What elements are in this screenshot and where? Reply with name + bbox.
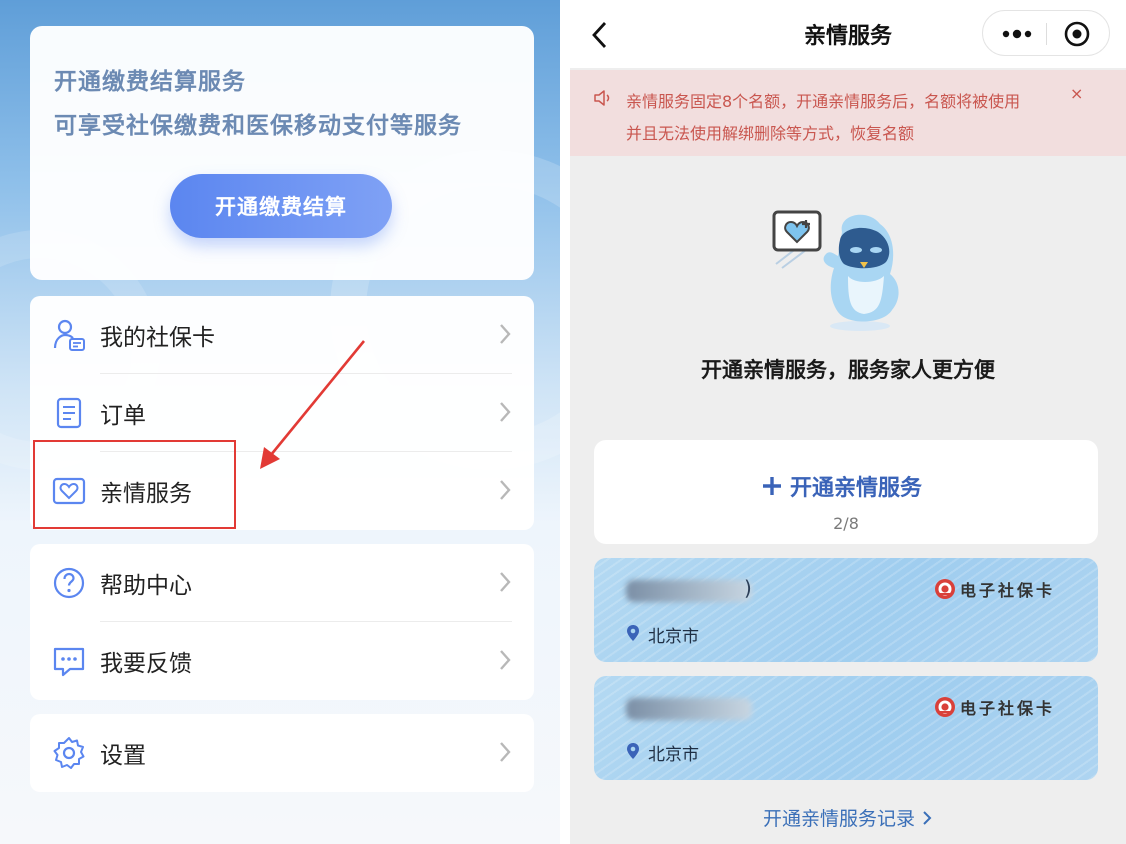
open-family-service-label: 开通亲情服务 (790, 476, 923, 501)
more-icon[interactable] (997, 23, 1037, 45)
member-name-redacted (626, 580, 752, 602)
family-member-card[interactable]: 电子社保卡 北京市 (594, 676, 1098, 780)
notice-text-line1: 亲情服务固定8个名额，开通亲情服务后，名额将被使用 (626, 92, 1021, 111)
red-arrow-annotation (260, 340, 366, 469)
chevron-right-icon (500, 480, 511, 500)
person-card-icon (53, 319, 85, 351)
quota-count: 2/8 (833, 514, 859, 533)
right-panel: 亲情服务 亲情服务固定8个名额，开通亲情服务后，名额将被使用 并且无法使用解绑删… (570, 0, 1126, 844)
service-history-link[interactable]: 开通亲情服务记录 (570, 804, 1126, 831)
chat-bubble-icon (53, 647, 85, 677)
tagline: 开通亲情服务，服务家人更方便 (701, 358, 995, 382)
miniprogram-capsule (982, 10, 1110, 56)
chevron-right-icon (500, 650, 511, 670)
mascot-illustration (772, 210, 899, 331)
menu-item-label: 订单 (100, 403, 146, 429)
social-security-logo-icon (935, 579, 955, 599)
menu-item-label: 我要反馈 (100, 651, 192, 677)
open-family-service-button[interactable]: 开通亲情服务 2/8 (594, 440, 1098, 544)
open-payment-settlement-button[interactable]: 开通缴费结算 (170, 174, 392, 238)
question-circle-icon (53, 567, 85, 599)
location-pin-icon (627, 743, 639, 759)
social-security-logo-icon (935, 697, 955, 717)
chevron-right-icon (500, 572, 511, 592)
menu-item-label: 帮助中心 (100, 573, 192, 599)
speaker-icon (594, 90, 610, 106)
quota-notice-banner: 亲情服务固定8个名额，开通亲情服务后，名额将被使用 并且无法使用解绑删除等方式，… (570, 70, 1126, 156)
menu-item-feedback[interactable]: 我要反馈 (30, 622, 534, 700)
left-panel: 开通缴费结算服务 可享受社保缴费和医保移动支付等服务 开通缴费结算 我的社保卡 (0, 0, 560, 844)
gear-icon (53, 737, 85, 769)
member-location: 北京市 (648, 627, 699, 647)
menu-item-label: 设置 (100, 743, 146, 769)
payment-settlement-promo-card: 开通缴费结算服务 可享受社保缴费和医保移动支付等服务 开通缴费结算 (30, 26, 534, 280)
e-social-security-card-badge: 电子社保卡 (960, 699, 1056, 718)
member-location: 北京市 (648, 745, 699, 765)
chevron-right-icon (923, 811, 932, 825)
member-name-redacted (626, 698, 752, 720)
promo-subtitle: 可享受社保缴费和医保移动支付等服务 (54, 113, 462, 139)
notice-text-line2: 并且无法使用解绑删除等方式，恢复名额 (626, 124, 915, 143)
menu-item-settings[interactable]: 设置 (30, 714, 534, 792)
menu-group-support: 帮助中心 我要反馈 (30, 544, 534, 700)
chevron-right-icon (500, 742, 511, 762)
menu-item-help-center[interactable]: 帮助中心 (30, 544, 534, 622)
menu-item-label: 我的社保卡 (100, 325, 215, 351)
document-icon (56, 397, 82, 429)
location-pin-icon (627, 625, 639, 641)
family-member-card[interactable]: ) 电子社保卡 北京市 (594, 558, 1098, 662)
chevron-right-icon (500, 402, 511, 422)
close-miniprogram-icon[interactable] (1063, 20, 1091, 48)
chevron-right-icon (500, 324, 511, 344)
service-history-label: 开通亲情服务记录 (762, 808, 915, 830)
navigation-bar: 亲情服务 (570, 0, 1126, 68)
menu-group-settings: 设置 (30, 714, 534, 792)
notice-close-button[interactable]: × (1070, 84, 1083, 103)
highlight-annotation-box (33, 440, 236, 529)
e-social-security-card-badge: 电子社保卡 (960, 581, 1056, 600)
capsule-divider (1046, 23, 1047, 45)
member-name-suffix: ) (744, 576, 752, 600)
promo-title: 开通缴费结算服务 (54, 69, 246, 95)
plus-icon (763, 477, 781, 495)
